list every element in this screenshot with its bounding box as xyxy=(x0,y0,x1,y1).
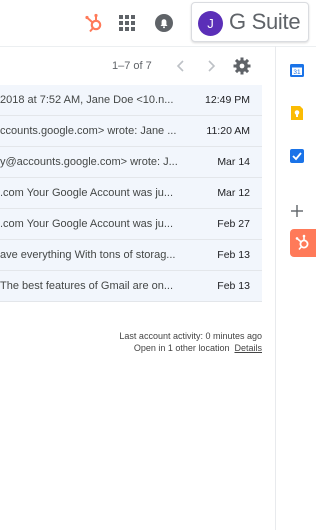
gsuite-logo: G Suite xyxy=(229,9,301,34)
email-snippet: .com Your Google Account was ju... xyxy=(0,187,174,199)
email-date: 12:49 PM xyxy=(205,94,250,106)
email-snippet: .com Your Google Account was ju... xyxy=(0,218,174,230)
email-row[interactable]: ave everything With tons of storag... Fe… xyxy=(0,240,262,271)
chevron-right-icon[interactable] xyxy=(204,58,218,74)
email-date: Feb 27 xyxy=(217,218,250,230)
pagination-count: 1–7 of 7 xyxy=(112,60,152,72)
svg-text:31: 31 xyxy=(293,69,301,76)
other-locations: Open in 1 other location Details xyxy=(119,342,262,354)
email-snippet: ccounts.google.com> wrote: Jane ... xyxy=(0,125,177,137)
header-divider xyxy=(0,46,316,47)
email-snippet: 2018 at 7:52 AM, Jane Doe <10.n... xyxy=(0,94,174,106)
chevron-left-icon[interactable] xyxy=(174,58,188,74)
email-row[interactable]: y@accounts.google.com> wrote: J... Mar 1… xyxy=(0,147,262,178)
email-row[interactable]: The best features of Gmail are on... Feb… xyxy=(0,271,262,302)
account-activity: Last account activity: 0 minutes ago Ope… xyxy=(119,330,262,354)
keep-icon[interactable] xyxy=(289,105,305,121)
side-panel-divider xyxy=(275,46,276,530)
notifications-icon[interactable] xyxy=(153,12,175,34)
email-date: Mar 14 xyxy=(217,156,250,168)
gear-icon[interactable] xyxy=(233,57,251,75)
avatar[interactable]: J xyxy=(198,11,223,36)
tasks-icon[interactable] xyxy=(289,148,305,164)
email-row[interactable]: 2018 at 7:52 AM, Jane Doe <10.n... 12:49… xyxy=(0,85,262,116)
add-icon[interactable] xyxy=(289,203,305,219)
email-list: 2018 at 7:52 AM, Jane Doe <10.n... 12:49… xyxy=(0,85,262,302)
hubspot-icon[interactable] xyxy=(84,12,106,34)
email-date: Mar 12 xyxy=(217,187,250,199)
email-row[interactable]: ccounts.google.com> wrote: Jane ... 11:2… xyxy=(0,116,262,147)
email-date: Feb 13 xyxy=(217,280,250,292)
last-activity-text: Last account activity: 0 minutes ago xyxy=(119,331,262,341)
hubspot-side-icon[interactable] xyxy=(290,229,316,257)
email-date: 11:20 AM xyxy=(206,125,250,137)
details-link[interactable]: Details xyxy=(234,343,262,353)
other-location-text: Open in 1 other location xyxy=(133,343,230,353)
email-snippet: ave everything With tons of storag... xyxy=(0,249,176,261)
top-header: J G Suite xyxy=(0,0,316,46)
calendar-icon[interactable]: 31 xyxy=(289,62,305,78)
email-snippet: The best features of Gmail are on... xyxy=(0,280,174,292)
apps-grid-icon[interactable] xyxy=(118,14,136,32)
account-switcher[interactable]: J G Suite xyxy=(191,2,309,42)
email-row[interactable]: .com Your Google Account was ju... Mar 1… xyxy=(0,178,262,209)
email-date: Feb 13 xyxy=(217,249,250,261)
email-snippet: y@accounts.google.com> wrote: J... xyxy=(0,156,178,168)
email-row[interactable]: .com Your Google Account was ju... Feb 2… xyxy=(0,209,262,240)
